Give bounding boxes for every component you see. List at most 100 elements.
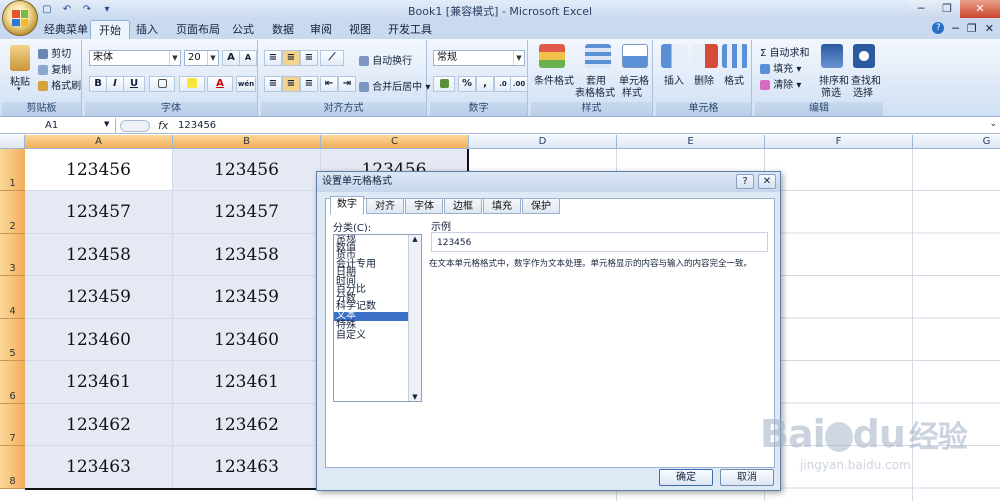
- align-middle-button[interactable]: ≡: [282, 50, 300, 66]
- comma-button[interactable]: ,: [476, 76, 494, 92]
- scroll-up-icon[interactable]: ▲: [409, 235, 421, 243]
- insert-cells-icon[interactable]: [661, 44, 687, 68]
- font-name-combo[interactable]: 宋体 ▼: [89, 50, 181, 66]
- font-size-combo[interactable]: 20 ▼: [184, 50, 219, 66]
- help-icon[interactable]: ?: [932, 22, 945, 34]
- expand-formula-bar-icon[interactable]: ⌄: [989, 119, 997, 129]
- cell-b1[interactable]: 123456: [173, 149, 321, 191]
- formula-input[interactable]: 123456: [178, 118, 216, 134]
- workbook-minimize-button[interactable]: ─: [952, 22, 959, 35]
- scroll-down-icon[interactable]: ▼: [409, 393, 421, 401]
- font-color-button[interactable]: A: [207, 76, 233, 92]
- conditional-format-icon[interactable]: [539, 44, 565, 68]
- tab-fill[interactable]: 填充: [483, 198, 521, 214]
- office-button[interactable]: [2, 0, 38, 36]
- number-format-dropdown-icon[interactable]: ▼: [513, 51, 524, 65]
- format-as-table-button-2[interactable]: 表格格式: [575, 84, 615, 99]
- font-name-dropdown-icon[interactable]: ▼: [169, 51, 180, 65]
- column-header-d[interactable]: D: [469, 135, 617, 149]
- cell-a4[interactable]: 123459: [25, 276, 173, 319]
- column-header-c[interactable]: C: [321, 135, 469, 149]
- cell-styles-icon[interactable]: [622, 44, 648, 68]
- ok-button[interactable]: 确定: [659, 469, 713, 486]
- cell-a5[interactable]: 123460: [25, 319, 173, 361]
- row-header-3[interactable]: 3: [0, 234, 25, 276]
- tab-alignment[interactable]: 对齐: [366, 198, 404, 214]
- currency-button[interactable]: [433, 76, 455, 92]
- row-header-1[interactable]: 1: [0, 149, 25, 191]
- number-format-combo[interactable]: 常规 ▼: [433, 50, 525, 66]
- row-header-4[interactable]: 4: [0, 276, 25, 319]
- decrease-decimal-button[interactable]: .00: [510, 76, 528, 92]
- borders-button[interactable]: [149, 76, 175, 92]
- select-all-corner[interactable]: [0, 135, 25, 149]
- fill-color-button[interactable]: [179, 76, 205, 92]
- cell-styles-button-2[interactable]: 样式: [622, 84, 642, 99]
- column-header-b[interactable]: B: [173, 135, 321, 149]
- conditional-format-button[interactable]: 条件格式: [534, 72, 574, 87]
- tab-formulas[interactable]: 公式: [228, 20, 258, 39]
- column-header-a[interactable]: A: [25, 135, 173, 149]
- sort-filter-icon[interactable]: [821, 44, 843, 68]
- column-header-e[interactable]: E: [617, 135, 765, 149]
- cell-b8[interactable]: 123463: [173, 446, 321, 489]
- dialog-close-button[interactable]: ✕: [758, 174, 776, 189]
- italic-button[interactable]: I: [106, 76, 124, 92]
- cell-a7[interactable]: 123462: [25, 404, 173, 446]
- percent-button[interactable]: %: [458, 76, 476, 92]
- delete-cells-icon[interactable]: [692, 44, 718, 68]
- align-right-button[interactable]: ≡: [300, 76, 318, 92]
- tab-home[interactable]: 开始: [90, 20, 130, 39]
- clear-button[interactable]: 清除 ▾: [760, 76, 801, 91]
- tab-classic-menu[interactable]: 经典菜单: [40, 20, 92, 39]
- autosum-button[interactable]: Σ 自动求和: [760, 44, 810, 59]
- insert-function-button[interactable]: fx: [158, 118, 168, 134]
- grow-font-button[interactable]: A: [222, 50, 240, 66]
- cell-b6[interactable]: 123461: [173, 361, 321, 404]
- format-painter-button[interactable]: 格式刷: [38, 77, 81, 92]
- tab-border[interactable]: 边框: [444, 198, 482, 214]
- align-top-button[interactable]: ≡: [264, 50, 282, 66]
- format-cells-button[interactable]: 格式: [724, 72, 744, 87]
- row-header-6[interactable]: 6: [0, 361, 25, 404]
- orientation-button[interactable]: ⟋: [320, 50, 344, 66]
- cell-a3[interactable]: 123458: [25, 234, 173, 276]
- tab-page-layout[interactable]: 页面布局: [172, 20, 224, 39]
- close-button[interactable]: ✕: [960, 0, 1000, 18]
- dialog-help-button[interactable]: ?: [736, 174, 754, 189]
- increase-indent-button[interactable]: ⇥: [338, 76, 356, 92]
- tab-insert[interactable]: 插入: [132, 20, 162, 39]
- decrease-indent-button[interactable]: ⇤: [320, 76, 338, 92]
- row-header-8[interactable]: 8: [0, 446, 25, 489]
- align-bottom-button[interactable]: ≡: [300, 50, 318, 66]
- cell-a6[interactable]: 123461: [25, 361, 173, 404]
- format-cells-icon[interactable]: [722, 44, 748, 68]
- find-select-button-2[interactable]: 选择: [853, 84, 873, 99]
- align-left-button[interactable]: ≡: [264, 76, 282, 92]
- cell-b7[interactable]: 123462: [173, 404, 321, 446]
- tab-developer[interactable]: 开发工具: [384, 20, 436, 39]
- cell-b5[interactable]: 123460: [173, 319, 321, 361]
- category-scrollbar[interactable]: ▲ ▼: [408, 235, 421, 401]
- find-select-icon[interactable]: [853, 44, 875, 68]
- bold-button[interactable]: B: [89, 76, 107, 92]
- column-header-g[interactable]: G: [913, 135, 1000, 149]
- underline-button[interactable]: U: [123, 76, 145, 92]
- workbook-close-button[interactable]: ✕: [985, 22, 994, 35]
- minimize-button[interactable]: ─: [908, 0, 934, 18]
- merge-center-button[interactable]: 合并后居中 ▾: [359, 78, 430, 93]
- name-box[interactable]: A1: [0, 118, 116, 134]
- tab-number[interactable]: 数字: [330, 196, 364, 215]
- phonetic-button[interactable]: wén: [236, 76, 256, 92]
- workbook-restore-button[interactable]: ❐: [967, 22, 977, 35]
- row-header-5[interactable]: 5: [0, 319, 25, 361]
- row-header-2[interactable]: 2: [0, 191, 25, 234]
- row-header-7[interactable]: 7: [0, 404, 25, 446]
- tab-review[interactable]: 审阅: [306, 20, 336, 39]
- cell-a8[interactable]: 123463: [25, 446, 173, 489]
- format-as-table-icon[interactable]: [585, 44, 611, 68]
- delete-cells-button[interactable]: 删除: [694, 72, 714, 87]
- shrink-font-button[interactable]: A: [239, 50, 257, 66]
- tab-font[interactable]: 字体: [405, 198, 443, 214]
- name-box-dropdown-icon[interactable]: ▼: [104, 120, 109, 128]
